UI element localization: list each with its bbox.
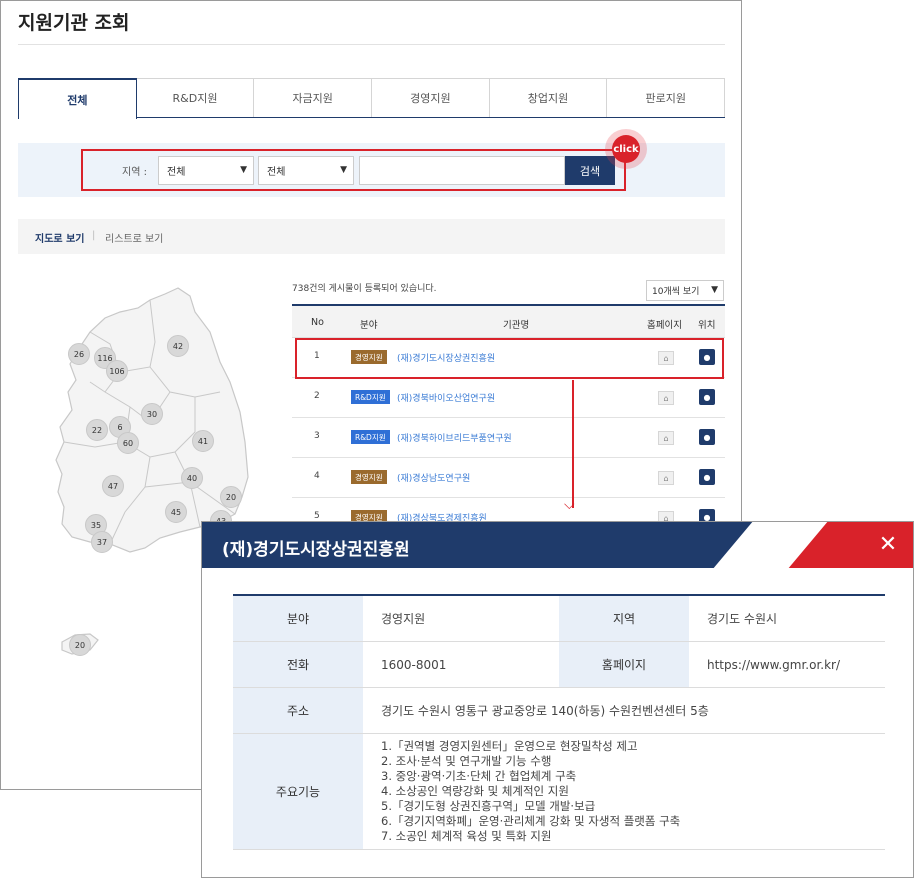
function-item: 7. 소공인 체계적 육성 및 특화 지원: [381, 829, 552, 843]
col-location: 위치: [698, 320, 716, 331]
field-badge: 경영지원: [351, 470, 387, 484]
function-item: 6.「경기지역화폐」운영·관리체계 강화 및 자생적 플랫폼 구축: [381, 814, 681, 828]
tab-startup[interactable]: 창업지원: [489, 78, 608, 117]
col-field: 분야: [360, 320, 378, 331]
chevron-down-icon: ▼: [711, 285, 718, 295]
map-count-bubble[interactable]: 37: [91, 531, 113, 553]
row-no: 5: [314, 511, 320, 521]
table-row[interactable]: 3 R&D지원 (재)경북하이브리드부품연구원 ⌂ ●: [292, 418, 725, 458]
map-count-bubble[interactable]: 42: [167, 335, 189, 357]
homepage-label: 홈페이지: [559, 642, 689, 687]
tab-funding[interactable]: 자금지원: [254, 78, 373, 117]
row-no: 2: [314, 391, 320, 401]
row-no: 3: [314, 431, 320, 441]
home-icon[interactable]: ⌂: [658, 471, 674, 485]
function-item: 3. 중앙·광역·기초·단체 간 협업체계 구축: [381, 769, 577, 783]
view-map-link[interactable]: 지도로 보기: [35, 230, 84, 245]
table-row[interactable]: 4 경영지원 (재)경상남도연구원 ⌂ ●: [292, 458, 725, 498]
map-count-bubble[interactable]: 26: [68, 343, 90, 365]
location-pin-icon[interactable]: ●: [699, 429, 715, 445]
table-row[interactable]: 2 R&D지원 (재)경북바이오산업연구원 ⌂ ●: [292, 378, 725, 418]
map-count-bubble[interactable]: 60: [117, 432, 139, 454]
detail-row: 주요기능 1.「권역별 경영지원센터」운영으로 현장밀착성 제고 2. 조사·분…: [233, 734, 885, 850]
functions-list: 1.「권역별 경영지원센터」운영으로 현장밀착성 제고 2. 조사·분석 및 연…: [381, 739, 680, 844]
region-label: 지역: [559, 596, 689, 641]
region-value: 경기도 수원시: [707, 612, 778, 626]
popup-title: (재)경기도시장상권진흥원: [222, 540, 410, 560]
address-label: 주소: [233, 688, 363, 733]
tab-management[interactable]: 경영지원: [372, 78, 490, 117]
org-link[interactable]: (재)경북바이오산업연구원: [397, 391, 495, 404]
map-count-bubble[interactable]: 20: [220, 486, 242, 508]
homepage-value[interactable]: https://www.gmr.or.kr/: [689, 642, 885, 687]
function-item: 5.「경기도형 상권진흥구역」모델 개발·보급: [381, 799, 596, 813]
function-item: 1.「권역별 경영지원센터」운영으로 현장밀착성 제고: [381, 739, 638, 753]
map-count-bubble[interactable]: 47: [102, 475, 124, 497]
map-count-bubble[interactable]: 45: [165, 501, 187, 523]
map-count-bubble[interactable]: 41: [192, 430, 214, 452]
result-count: 738건의 게시물이 등록되어 있습니다.: [292, 284, 437, 294]
functions-value: 1.「권역별 경영지원센터」운영으로 현장밀착성 제고 2. 조사·분석 및 연…: [363, 734, 885, 849]
tab-sales[interactable]: 판로지원: [607, 78, 726, 117]
field-label: 분야: [233, 596, 363, 641]
per-page-select[interactable]: 10개씩 보기 ▼: [646, 280, 724, 301]
phone-label: 전화: [233, 642, 363, 687]
field-value: 경영지원: [381, 612, 426, 626]
field-badge: R&D지원: [351, 430, 390, 444]
page-title: 지원기관 조회: [18, 12, 130, 34]
arrow-connector: [572, 380, 574, 508]
detail-row: 전화 1600-8001 홈페이지 https://www.gmr.or.kr/: [233, 642, 885, 688]
detail-row: 주소 경기도 수원시 영통구 광교중앙로 140(하동) 수원컨벤션센터 5층: [233, 688, 885, 734]
map-count-bubble[interactable]: 106: [106, 360, 128, 382]
tab-all[interactable]: 전체: [18, 78, 137, 119]
org-link[interactable]: (재)경상남도연구원: [397, 471, 470, 484]
popup-header: (재)경기도시장상권진흥원 ✕: [202, 522, 913, 568]
field-badge: R&D지원: [351, 390, 390, 404]
functions-label: 주요기능: [233, 734, 363, 849]
close-icon[interactable]: ✕: [877, 534, 899, 556]
click-marker: click: [612, 135, 640, 163]
map-count-bubble[interactable]: 30: [141, 403, 163, 425]
address-value: 경기도 수원시 영통구 광교중앙로 140(하동) 수원컨벤션센터 5층: [381, 704, 709, 718]
arrow-down-icon: ⌵: [564, 497, 575, 513]
function-item: 4. 소상공인 역량강화 및 체계적인 지원: [381, 784, 569, 798]
col-homepage: 홈페이지: [647, 320, 682, 331]
home-icon[interactable]: ⌂: [658, 431, 674, 445]
detail-popup: (재)경기도시장상권진흥원 ✕ 분야 경영지원 지역 경기도 수원시 전화 16…: [201, 521, 914, 878]
function-item: 2. 조사·분석 및 연구개발 기능 수행: [381, 754, 552, 768]
location-pin-icon[interactable]: ●: [699, 389, 715, 405]
col-org: 기관명: [503, 320, 530, 331]
location-pin-icon[interactable]: ●: [699, 469, 715, 485]
phone-value: 1600-8001: [381, 657, 447, 672]
search-highlight-box: [81, 149, 626, 191]
map-count-bubble[interactable]: 20: [69, 634, 91, 656]
col-no: No: [311, 317, 324, 328]
view-list-link[interactable]: 리스트로 보기: [105, 230, 163, 245]
row-no: 4: [314, 471, 320, 481]
org-link[interactable]: (재)경북하이브리드부품연구원: [397, 431, 512, 444]
detail-table: 분야 경영지원 지역 경기도 수원시 전화 1600-8001 홈페이지 htt…: [233, 594, 885, 850]
category-tabs: 전체 R&D지원 자금지원 경영지원 창업지원 판로지원: [18, 78, 726, 119]
home-icon[interactable]: ⌂: [658, 391, 674, 405]
table-header: No 분야 기관명 홈페이지 위치: [292, 304, 725, 338]
view-separator: |: [92, 230, 96, 241]
per-page-value: 10개씩 보기: [652, 287, 700, 297]
title-divider: [18, 44, 725, 45]
map-count-bubble[interactable]: 22: [86, 419, 108, 441]
tab-rnd[interactable]: R&D지원: [136, 78, 255, 117]
detail-row: 분야 경영지원 지역 경기도 수원시: [233, 596, 885, 642]
row-highlight-box: [295, 338, 724, 379]
map-count-bubble[interactable]: 40: [181, 467, 203, 489]
